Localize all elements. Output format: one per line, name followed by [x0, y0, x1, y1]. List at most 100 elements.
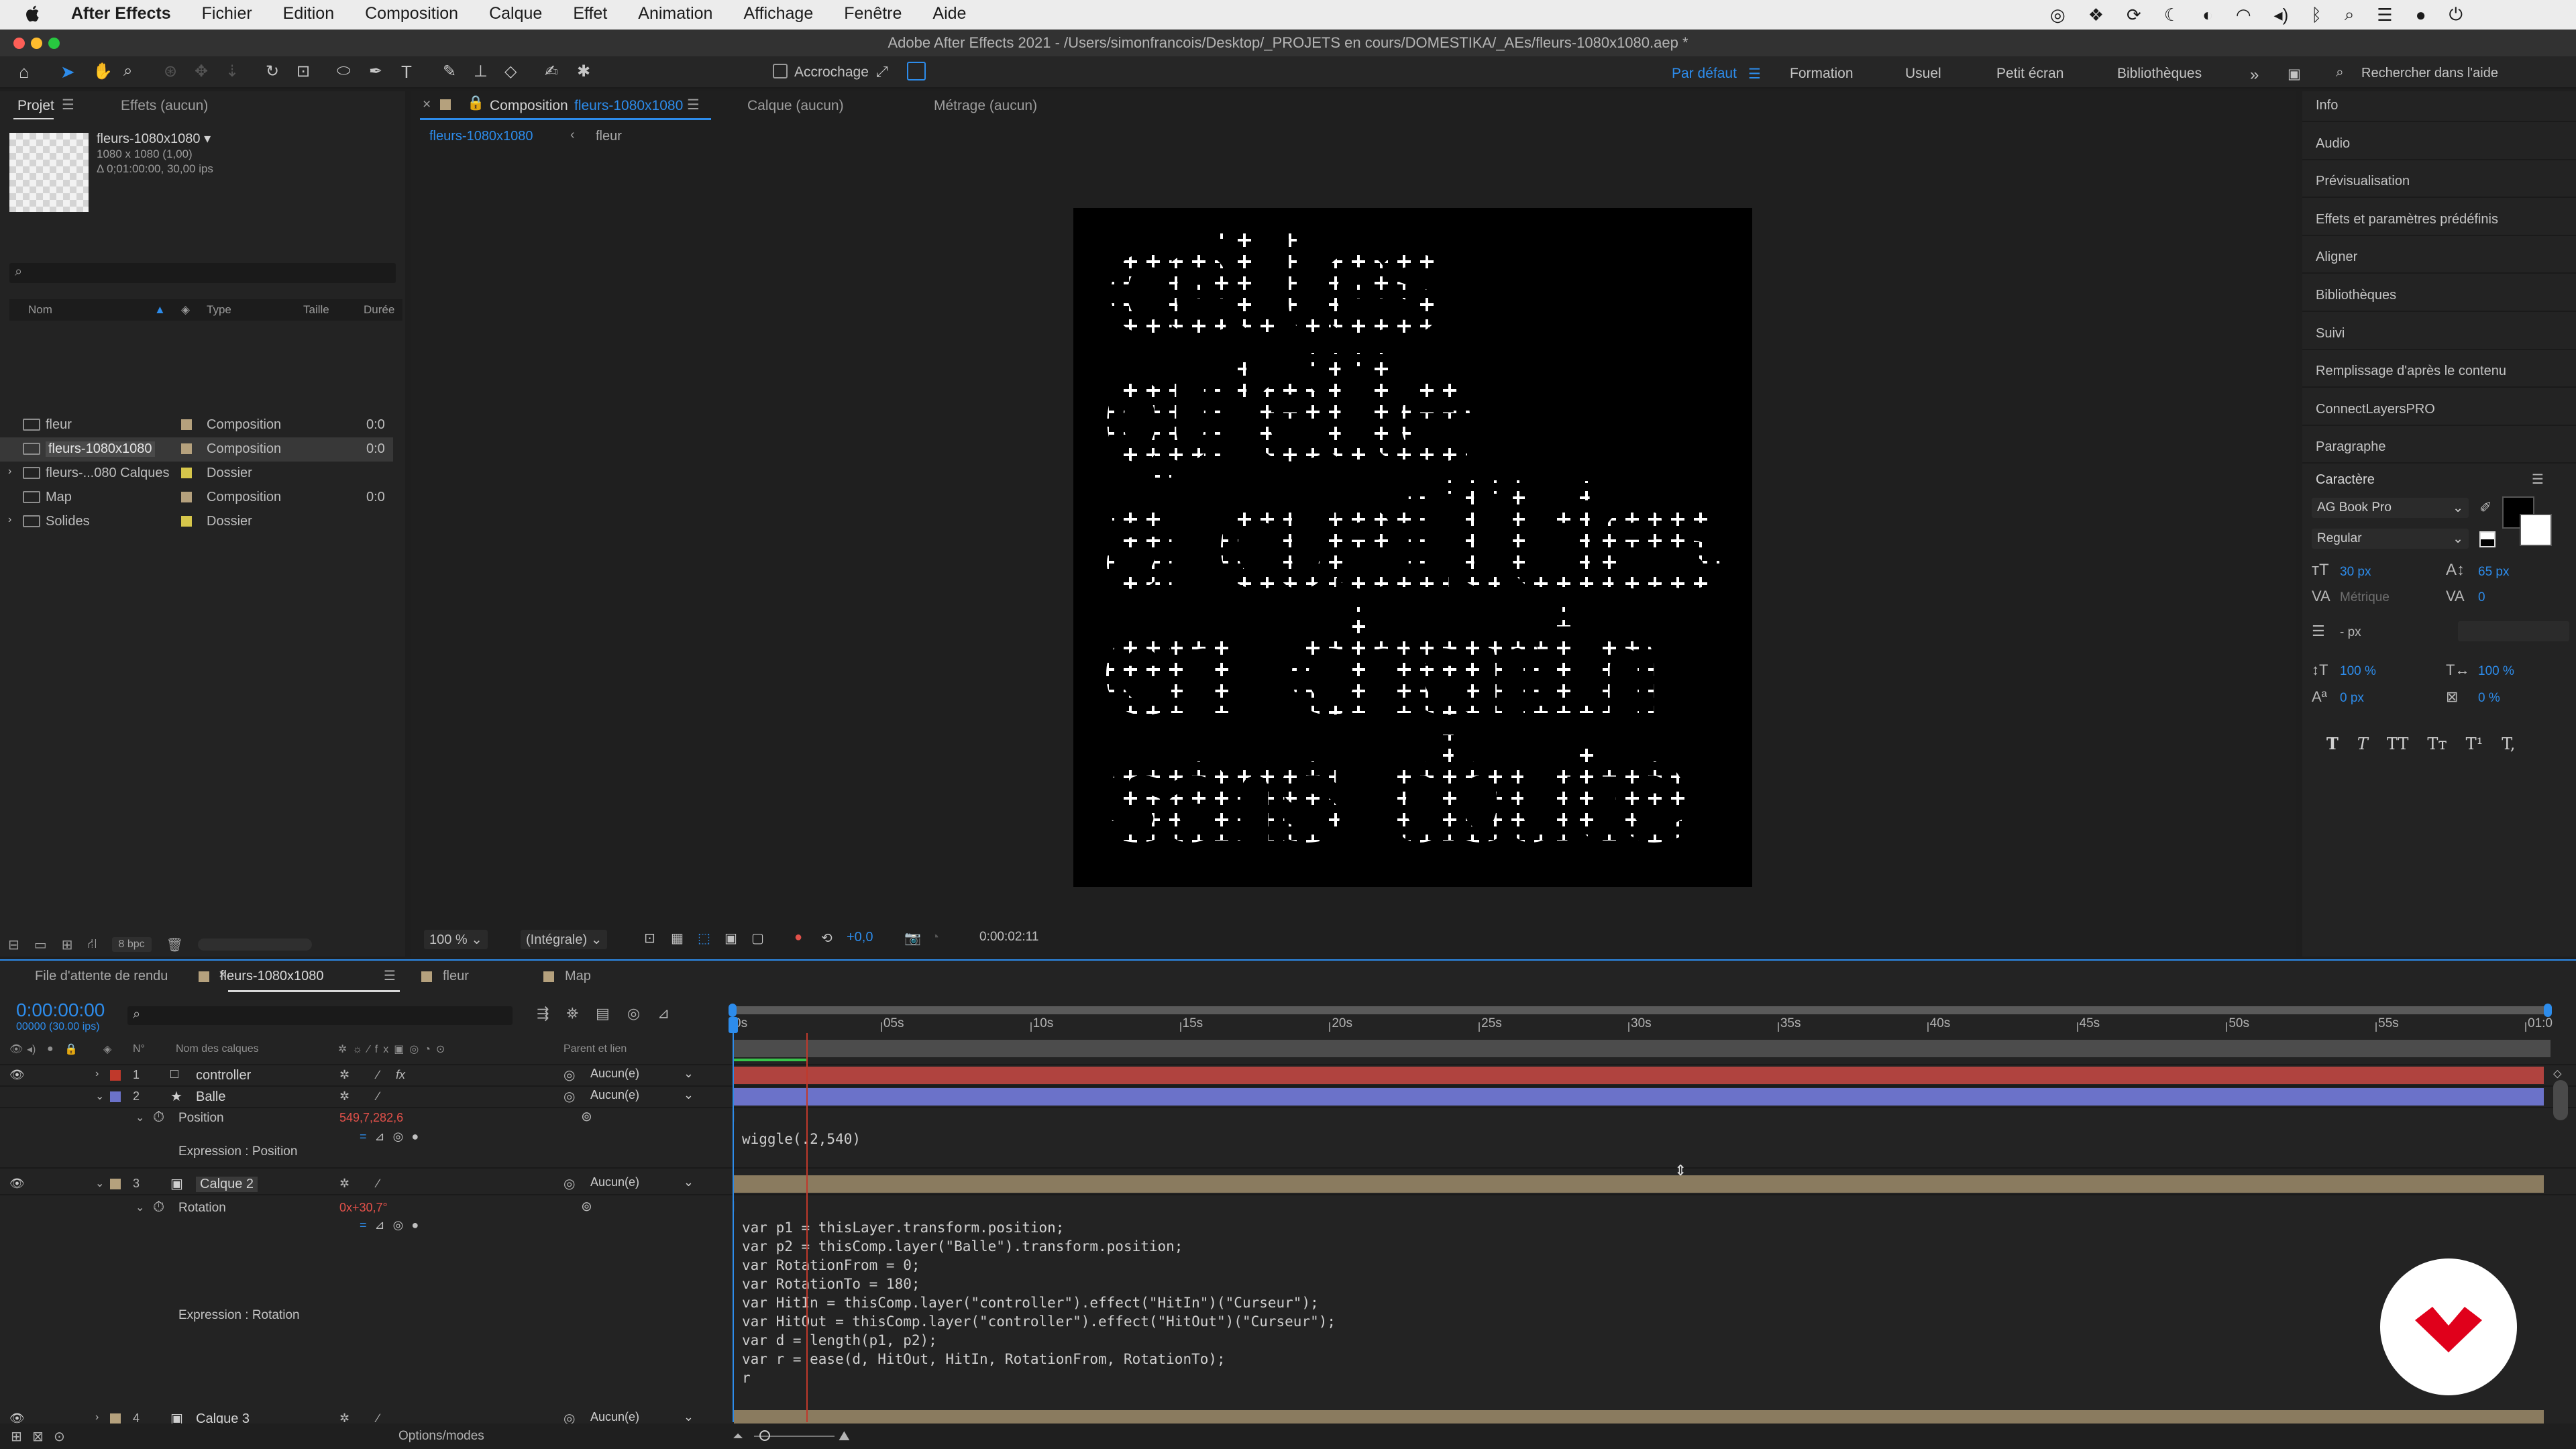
solo-header-icon[interactable]: ● [47, 1043, 54, 1055]
character-menu-icon[interactable]: ☰ [2532, 471, 2544, 488]
puppet-tool-icon[interactable]: ✱ [577, 62, 597, 82]
timeline-layer-row[interactable]: ⌄ 2 ★ Balle ✲ ∕ ◎ Aucun(e) ⌄ [0, 1087, 2576, 1107]
rotation-expression-line[interactable]: var RotationTo = 180; [742, 1276, 920, 1292]
exposure-reset-icon[interactable]: ⟲ [821, 930, 833, 947]
layer-twirl-icon[interactable]: › [95, 1068, 99, 1080]
font-size-value[interactable]: 30 px [2340, 565, 2371, 580]
night-mode-icon[interactable]: ☾ [2164, 5, 2180, 25]
workspace-menu-icon[interactable]: ☰ [1748, 66, 1761, 83]
rotation-enable-expression-icon[interactable]: = [360, 1218, 367, 1232]
tab-calque[interactable]: Calque (aucun) [747, 98, 844, 114]
label-header-icon[interactable]: ◈ [103, 1042, 111, 1056]
menu-affichage[interactable]: Affichage [743, 4, 813, 23]
channels-icon[interactable]: ▢ [751, 930, 764, 947]
lock-header-icon[interactable]: 🔒 [64, 1042, 78, 1056]
parent-pickwhip-icon[interactable]: ◎ [564, 1067, 575, 1083]
leading-value[interactable]: 65 px [2478, 565, 2509, 580]
transparency-grid-icon[interactable]: ▦ [671, 930, 684, 947]
viewer-menu-icon[interactable]: ☰ [687, 97, 700, 113]
layer-name[interactable]: Calque 2 [196, 1177, 258, 1192]
show-snapshot-icon[interactable]: ◔ [931, 930, 939, 945]
spotlight-search-icon[interactable]: ⌕ [2345, 4, 2355, 25]
timeline-tab[interactable]: Map [565, 969, 591, 984]
rotation-stopwatch-icon[interactable]: ⏱ [153, 1198, 164, 1216]
enable-expression-icon[interactable]: = [360, 1130, 367, 1144]
keyframe-nav-icon[interactable]: ⬦ [2553, 1067, 2562, 1081]
label-icon[interactable]: ◈ [181, 303, 190, 317]
color-channels-icon[interactable]: ● [794, 930, 802, 945]
layer-shy-switch-icon[interactable]: ✲ [339, 1089, 350, 1104]
pen-tool-icon[interactable]: ✒ [369, 62, 389, 82]
power-icon[interactable]: ⏻ [2449, 4, 2463, 25]
interpret-footage-icon[interactable]: ⊟ [8, 936, 19, 953]
tab-projet[interactable]: Projet [17, 98, 54, 114]
menu-composition[interactable]: Composition [365, 4, 458, 23]
panel-suivi[interactable]: Suivi [2316, 326, 2345, 341]
focus-icon[interactable]: ◐ [2202, 5, 2213, 25]
workspace-usuel[interactable]: Usuel [1905, 66, 1941, 82]
layer-twirl-icon[interactable]: ⌄ [95, 1089, 104, 1103]
panel-audio[interactable]: Audio [2316, 136, 2350, 152]
menu-fenetre[interactable]: Fenêtre [844, 4, 902, 23]
tab-effets[interactable]: Effets (aucun) [121, 98, 208, 114]
col-parent[interactable]: Parent et lien [564, 1043, 627, 1055]
vertical-scale-value[interactable]: 100 % [2340, 664, 2376, 679]
zoom-tool-icon[interactable]: ⌕ [123, 62, 144, 82]
eraser-tool-icon[interactable]: ◇ [504, 62, 525, 82]
menu-edition[interactable]: Edition [283, 4, 334, 23]
graph-editor-icon[interactable]: ⊿ [657, 1005, 669, 1022]
workspace-par-defaut[interactable]: Par défaut [1672, 66, 1737, 82]
subscript-button[interactable]: T, [2502, 735, 2515, 753]
label-color-swatch[interactable] [181, 468, 192, 478]
layer-effects-switch-icon[interactable]: fx [396, 1068, 405, 1082]
new-folder-icon[interactable]: ▭ [34, 936, 47, 953]
resolution-dropdown[interactable]: (Intégrale) ⌄ [521, 930, 608, 949]
viewer-timecode[interactable]: 0:00:02:11 [979, 930, 1038, 945]
layer-name[interactable]: controller [196, 1068, 251, 1083]
rotation-expression-line[interactable]: var HitOut = thisComp.layer("controller"… [742, 1313, 1336, 1330]
layer-label-swatch[interactable] [110, 1091, 121, 1102]
label-color-swatch[interactable] [181, 419, 192, 430]
timeline-vertical-scrollbar[interactable] [2553, 1080, 2568, 1120]
tab-composition-name[interactable]: fleurs-1080x1080 [574, 98, 683, 114]
layer-duration-bar[interactable] [734, 1067, 2544, 1084]
work-area-end-handle[interactable] [2544, 1004, 2552, 1017]
help-search-icon[interactable]: ⌕ [2336, 64, 2344, 80]
layer-search-input[interactable]: ⌕ [127, 1006, 513, 1025]
position-pickwhip-icon[interactable]: ⊚ [581, 1108, 592, 1125]
mask-visibility-icon[interactable]: ⬚ [698, 930, 710, 947]
user-icon[interactable]: ● [2416, 5, 2426, 25]
stroke-width-value[interactable]: - px [2340, 625, 2361, 640]
timeline-layer-row[interactable]: 👁 › 1 □ controller ✲ ∕ fx ◎ Aucun(e) ⌄ [0, 1065, 2576, 1085]
tsume-value[interactable]: 0 % [2478, 691, 2500, 706]
layer-quality-switch-icon[interactable]: ∕ [377, 1177, 379, 1191]
panel-connectlayerspro[interactable]: ConnectLayersPRO [2316, 402, 2435, 417]
col-name[interactable]: Nom [28, 303, 52, 317]
video-visibility-icon[interactable]: 👁 [9, 1177, 25, 1191]
eyedropper-icon[interactable]: ✐ [2479, 499, 2491, 517]
comp-info-name[interactable]: fleurs-1080x1080 ▾ [97, 130, 211, 147]
rotation-expression-line[interactable]: var r = ease(d, HitOut, HitIn, RotationF… [742, 1351, 1226, 1367]
layer-twirl-icon[interactable]: › [95, 1411, 99, 1424]
snap-options-icon[interactable]: ⤢ [876, 63, 888, 80]
creative-cloud-icon[interactable]: ◎ [2050, 5, 2065, 25]
layer-name[interactable]: Balle [196, 1089, 225, 1105]
snapping-checkbox[interactable] [773, 64, 788, 78]
panel-aligner[interactable]: Aligner [2316, 250, 2357, 265]
timeline-tab[interactable]: File d'attente de rendu [35, 969, 168, 984]
audio-header-icon[interactable]: ◂) [27, 1042, 36, 1056]
layer-twirl-icon[interactable]: ⌄ [95, 1177, 104, 1190]
breadcrumb-fleur[interactable]: fleur [596, 129, 622, 144]
black-white-swatch[interactable] [2479, 531, 2496, 547]
render-icon[interactable]: ⛙ [87, 936, 97, 953]
menu-animation[interactable]: Animation [638, 4, 712, 23]
rotate-tool-icon[interactable]: ↻ [266, 62, 286, 82]
trash-icon[interactable]: 🗑 [166, 936, 183, 953]
panel-pr-visualisation[interactable]: Prévisualisation [2316, 174, 2410, 189]
layer-duration-bar[interactable] [734, 1088, 2544, 1106]
tab-composition-prefix[interactable]: Composition [490, 98, 568, 114]
all-caps-button[interactable]: TT [2387, 735, 2408, 753]
home-tool-icon[interactable]: ⌂ [19, 62, 39, 82]
text-tool-icon[interactable]: T [401, 62, 421, 82]
expression-pickwhip-icon[interactable]: ◎ [393, 1130, 404, 1144]
